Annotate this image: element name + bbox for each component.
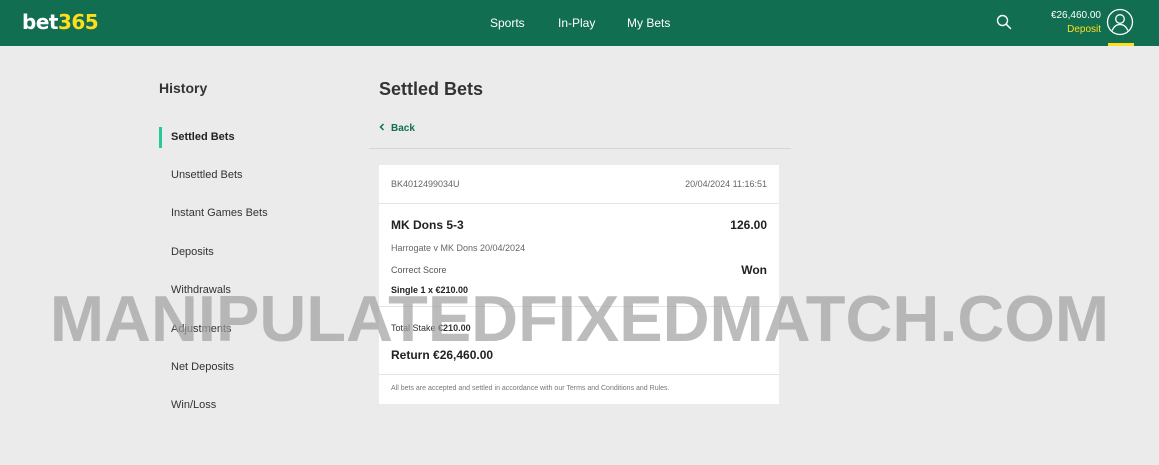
sidebar-title: History [159,80,208,96]
bet-selection: MK Dons 5-3 [391,218,464,232]
return-value: €26,460.00 [433,348,494,362]
sidebar-item-withdrawals[interactable]: Withdrawals [171,284,231,296]
bet-card: BK4012499034U 20/04/2024 11:16:51 MK Don… [379,165,779,404]
card-divider [379,203,779,204]
sidebar-item-net-deposits[interactable]: Net Deposits [171,361,234,373]
sidebar-item-adjustments[interactable]: Adjustments [171,323,232,335]
sidebar-active-indicator [159,127,162,148]
chevron-left-icon [379,123,385,131]
bet-event: Harrogate v MK Dons 20/04/2024 [391,243,526,253]
sidebar-item-deposits[interactable]: Deposits [171,246,214,258]
user-account-icon[interactable] [1106,8,1134,36]
bet365-logo[interactable]: bet365 [22,10,99,34]
divider [369,148,791,149]
balance-amount: €26,460.00 [1050,10,1101,21]
account-active-indicator [1108,43,1134,46]
back-link[interactable]: Back [379,123,415,134]
return-label: Return [391,348,430,362]
account-balance[interactable]: €26,460.00 Deposit [1051,9,1101,37]
sidebar-item-instant-games-bets[interactable]: Instant Games Bets [171,207,268,219]
back-label: Back [391,123,415,134]
logo-text-bet: bet [22,10,58,34]
sidebar-item-win-loss[interactable]: Win/Loss [171,399,216,411]
stake-label: Total Stake [391,323,436,333]
card-divider [379,374,779,375]
bet-market: Correct Score [391,265,447,275]
bet-return: Return €26,460.00 [391,348,493,362]
deposit-link[interactable]: Deposit [1051,23,1101,37]
search-icon[interactable] [996,14,1012,30]
stake-value: €210.00 [438,323,471,333]
card-divider [379,306,779,307]
nav-sports[interactable]: Sports [490,16,525,30]
page-title: Settled Bets [379,79,484,99]
sidebar-item-unsettled-bets[interactable]: Unsettled Bets [171,169,243,181]
sidebar-item-settled-bets[interactable]: Settled Bets [171,131,235,143]
bet-odds: 126.00 [730,218,767,232]
top-header: bet365 Sports In-Play My Bets €26,460.00… [0,0,1159,46]
nav-my-bets[interactable]: My Bets [627,16,670,30]
logo-text-365: 365 [57,10,99,34]
bet-reference: BK4012499034U [391,179,460,189]
bet-type: Single 1 x €210.00 [391,285,469,295]
nav-in-play[interactable]: In-Play [558,16,595,30]
total-stake: Total Stake €210.00 [391,323,471,333]
terms-text: All bets are accepted and settled in acc… [391,385,670,392]
bet-datetime: 20/04/2024 11:16:51 [685,179,767,189]
bet-result: Won [741,263,767,277]
